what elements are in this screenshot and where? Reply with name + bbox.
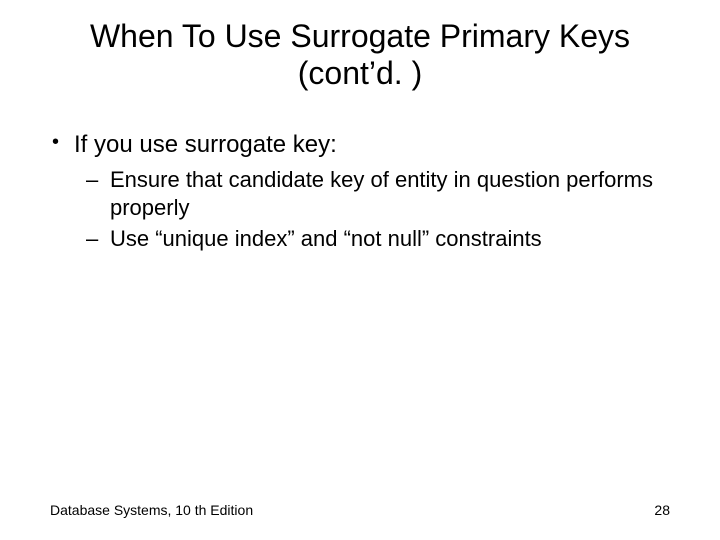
footer-source: Database Systems, 10 th Edition [50,502,253,518]
slide-body: If you use surrogate key: Ensure that ca… [50,130,670,257]
bullet-level2: Use “unique index” and “not null” constr… [80,225,670,253]
bullet-level1: If you use surrogate key: [50,130,670,160]
bullet-level2: Ensure that candidate key of entity in q… [80,166,670,221]
bullet-text: Ensure that candidate key of entity in q… [110,167,653,220]
bullet-text: Use “unique index” and “not null” constr… [110,226,542,251]
slide: When To Use Surrogate Primary Keys (cont… [0,0,720,540]
slide-title: When To Use Surrogate Primary Keys (cont… [0,18,720,92]
title-line-2: (cont’d. ) [298,55,422,91]
page-number: 28 [654,502,670,518]
title-line-1: When To Use Surrogate Primary Keys [90,18,630,54]
bullet-text: If you use surrogate key: [74,131,337,158]
